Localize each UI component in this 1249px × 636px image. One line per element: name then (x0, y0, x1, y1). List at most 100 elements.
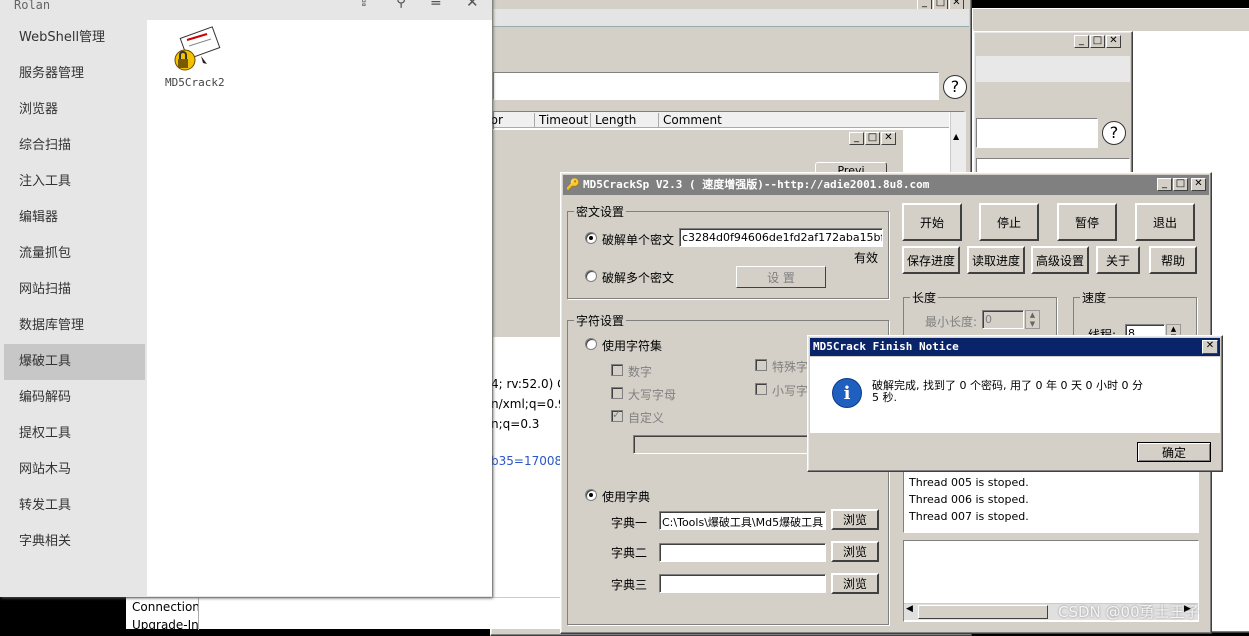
setup-button[interactable]: 设 置 (736, 266, 826, 288)
checkbox-digits[interactable] (611, 364, 623, 376)
bg-inner-close-button[interactable]: ✕ (881, 132, 896, 145)
sidebar-item[interactable]: 综合扫描 (4, 128, 145, 164)
bg-table-header: ror Timeout Length Comment (486, 112, 949, 128)
dict1-input[interactable]: C:\Tools\爆破工具\Md5爆破工具 (659, 511, 826, 530)
rolan-title: Rolan (14, 0, 51, 12)
csdn-watermark: CSDN @00勇士王子 (1058, 603, 1200, 621)
scroll-thumb[interactable] (918, 605, 1048, 619)
radio-use-charset[interactable] (585, 338, 597, 350)
advanced-settings-button[interactable]: 高级设置 (1031, 246, 1089, 274)
sidebar-item[interactable]: 编码解码 (4, 380, 145, 416)
checkbox-lowercase-label: 小写字 (772, 384, 809, 398)
sidebar-item[interactable]: 注入工具 (4, 164, 145, 200)
checkbox-special[interactable] (755, 359, 767, 371)
radio-single-cipher-label[interactable]: 破解单个密文 (602, 231, 674, 248)
pause-button[interactable]: 暂停 (1057, 203, 1117, 241)
bg-text-line: 4; rv:52.0) G (491, 377, 567, 391)
bg-inner-maximize-button[interactable]: □ (865, 132, 880, 145)
bg-help-icon[interactable]: ? (943, 75, 967, 99)
bg-right-strip (973, 9, 1249, 29)
bg-right-help-icon[interactable]: ? (1102, 121, 1126, 145)
length-label: 长度 (910, 289, 939, 306)
md5crack-close-button[interactable]: ✕ (1191, 178, 1206, 191)
radio-single-cipher[interactable] (585, 232, 597, 244)
charset-settings-label: 字符设置 (574, 312, 627, 329)
radio-multi-cipher[interactable] (585, 270, 597, 282)
radio-multi-cipher-label[interactable]: 破解多个密文 (602, 269, 674, 286)
bg-right-maximize-button[interactable]: □ (1090, 35, 1105, 48)
finish-message-line: 破解完成, 找到了 0 个密码, 用了 0 年 0 天 0 小时 0 分 (872, 379, 1143, 392)
radio-use-dict[interactable] (585, 489, 597, 501)
bg-col-header: Comment (658, 113, 722, 127)
bg-col-header: Length (590, 113, 636, 127)
valid-status: 有效 (854, 251, 879, 265)
load-progress-button[interactable]: 读取进度 (967, 246, 1025, 274)
checkbox-custom-label: 自定义 (628, 411, 665, 425)
finish-notice-dialog: MD5Crack Finish Notice ✕ i 破解完成, 找到了 0 个… (807, 335, 1223, 472)
bg-right-field[interactable] (976, 118, 1098, 148)
md5crack-minimize-button[interactable]: _ (1157, 178, 1172, 191)
ok-button[interactable]: 确定 (1137, 442, 1211, 462)
sidebar-item[interactable]: 编辑器 (4, 200, 145, 236)
md5crack-titlebar: 🔑 MD5CrackSp V2.3 ( 速度增强版)--http://adie2… (563, 175, 1209, 195)
dict2-browse-button[interactable]: 浏览 (831, 541, 879, 562)
md5crack-app-icon[interactable] (167, 26, 223, 76)
bg-bottom-strip: Connection Upgrade-In (126, 597, 566, 632)
min-length-input[interactable]: 0 (982, 310, 1024, 329)
bg-blue-bar (493, 9, 969, 27)
sidebar-item[interactable]: 流量抓包 (4, 236, 145, 272)
dict3-browse-button[interactable]: 浏览 (831, 573, 879, 594)
pin-icon[interactable]: ⇪ (358, 0, 370, 10)
sidebar-item-selected[interactable]: 爆破工具 (4, 344, 145, 380)
menu-icon[interactable]: ≡ (430, 0, 442, 10)
scroll-left-icon[interactable]: ◀ (906, 604, 913, 614)
save-progress-button[interactable]: 保存进度 (902, 246, 960, 274)
cipher-settings-label: 密文设置 (574, 203, 627, 220)
help-button[interactable]: 帮助 (1149, 246, 1197, 274)
about-button[interactable]: 关于 (1096, 246, 1140, 274)
stop-button[interactable]: 停止 (979, 203, 1039, 241)
bg-text-line: n/xml;q=0.9 (491, 397, 566, 411)
bg-text-colored: b35=170089 (491, 454, 570, 468)
rolan-content: MD5Crack2 (147, 20, 492, 596)
bg-inner-minimize-button[interactable]: _ (849, 132, 864, 145)
finish-notice-close-button[interactable]: ✕ (1202, 340, 1218, 354)
bg-bottom-divider (198, 598, 199, 630)
md5crack-maximize-button[interactable]: □ (1173, 178, 1188, 191)
sidebar-item[interactable]: 网站木马 (4, 452, 145, 488)
dict2-input[interactable] (659, 543, 826, 562)
dict1-label: 字典一 (611, 516, 648, 530)
close-icon[interactable]: ✕ (466, 0, 479, 11)
bg-url-field[interactable] (493, 72, 939, 100)
checkbox-uppercase[interactable] (611, 387, 623, 399)
hash-input[interactable]: c3284d0f94606de1fd2af172aba15bf3 (679, 228, 883, 247)
dict3-input[interactable] (659, 574, 826, 593)
min-length-spin[interactable]: ▲ ▼ (1025, 310, 1040, 329)
info-icon: i (832, 378, 862, 408)
sidebar-item[interactable]: 提权工具 (4, 416, 145, 452)
radio-use-dict-label[interactable]: 使用字典 (602, 488, 650, 505)
exit-button[interactable]: 退出 (1135, 203, 1195, 241)
finish-notice-titlebar: MD5Crack Finish Notice (810, 338, 1220, 356)
sidebar-item[interactable]: 浏览器 (4, 92, 145, 128)
sidebar-item[interactable]: 服务器管理 (4, 56, 145, 92)
log-line: Thread 006 is stoped. (909, 493, 1029, 506)
checkbox-lowercase[interactable] (755, 383, 767, 395)
sidebar-item[interactable]: 字典相关 (4, 524, 145, 560)
sidebar-item[interactable]: 转发工具 (4, 488, 145, 524)
custom-charset-input[interactable] (633, 435, 813, 454)
start-button[interactable]: 开始 (902, 203, 962, 241)
sidebar-item[interactable]: WebShell管理 (4, 20, 145, 56)
sidebar-item[interactable]: 网站扫描 (4, 272, 145, 308)
search-icon[interactable]: ⚲ (396, 0, 406, 10)
finish-notice-title: MD5Crack Finish Notice (813, 340, 959, 353)
md5crack-app-label[interactable]: MD5Crack2 (165, 76, 225, 89)
scroll-up-icon[interactable]: ▲ (953, 132, 959, 141)
bg-right-close-button[interactable]: ✕ (1106, 35, 1121, 48)
dict1-browse-button[interactable]: 浏览 (831, 509, 879, 530)
radio-use-charset-label[interactable]: 使用字符集 (602, 337, 662, 354)
bg-right-minimize-button[interactable]: _ (1074, 35, 1089, 48)
log-line: Thread 005 is stoped. (909, 476, 1029, 489)
checkbox-custom[interactable] (611, 408, 623, 422)
sidebar-item[interactable]: 数据库管理 (4, 308, 145, 344)
